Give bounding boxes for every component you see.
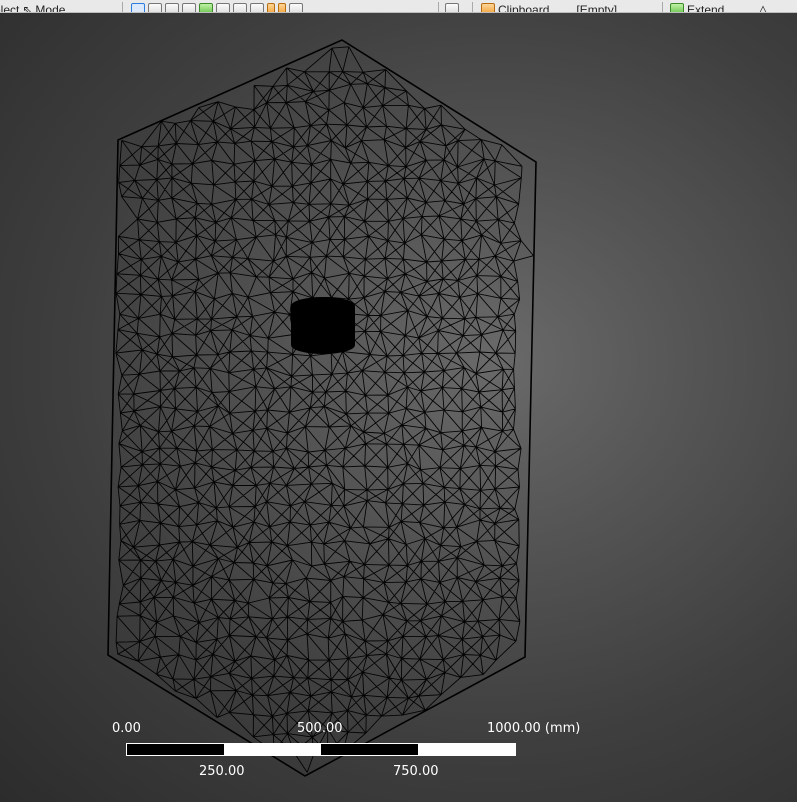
scale-bar	[126, 743, 516, 756]
scale-label-0: 0.00	[112, 721, 141, 736]
scale-label-1000: 1000.00 (mm)	[487, 721, 581, 736]
mesh-model[interactable]	[0, 0, 797, 802]
mesh-wireframe	[115, 46, 534, 773]
scale-segment	[418, 744, 515, 755]
scale-segment	[224, 744, 321, 755]
scale-segment	[127, 744, 224, 755]
scale-label-750: 750.00	[393, 764, 439, 779]
cylinder-hole	[291, 297, 355, 354]
mesh-element-edges	[115, 46, 534, 773]
scale-label-250: 250.00	[199, 764, 245, 779]
graphics-viewport[interactable]: Select ⇖ Mode Clipboard [Empty]	[0, 0, 797, 802]
scale-label-500: 500.00	[297, 721, 343, 736]
scale-segment	[321, 744, 418, 755]
